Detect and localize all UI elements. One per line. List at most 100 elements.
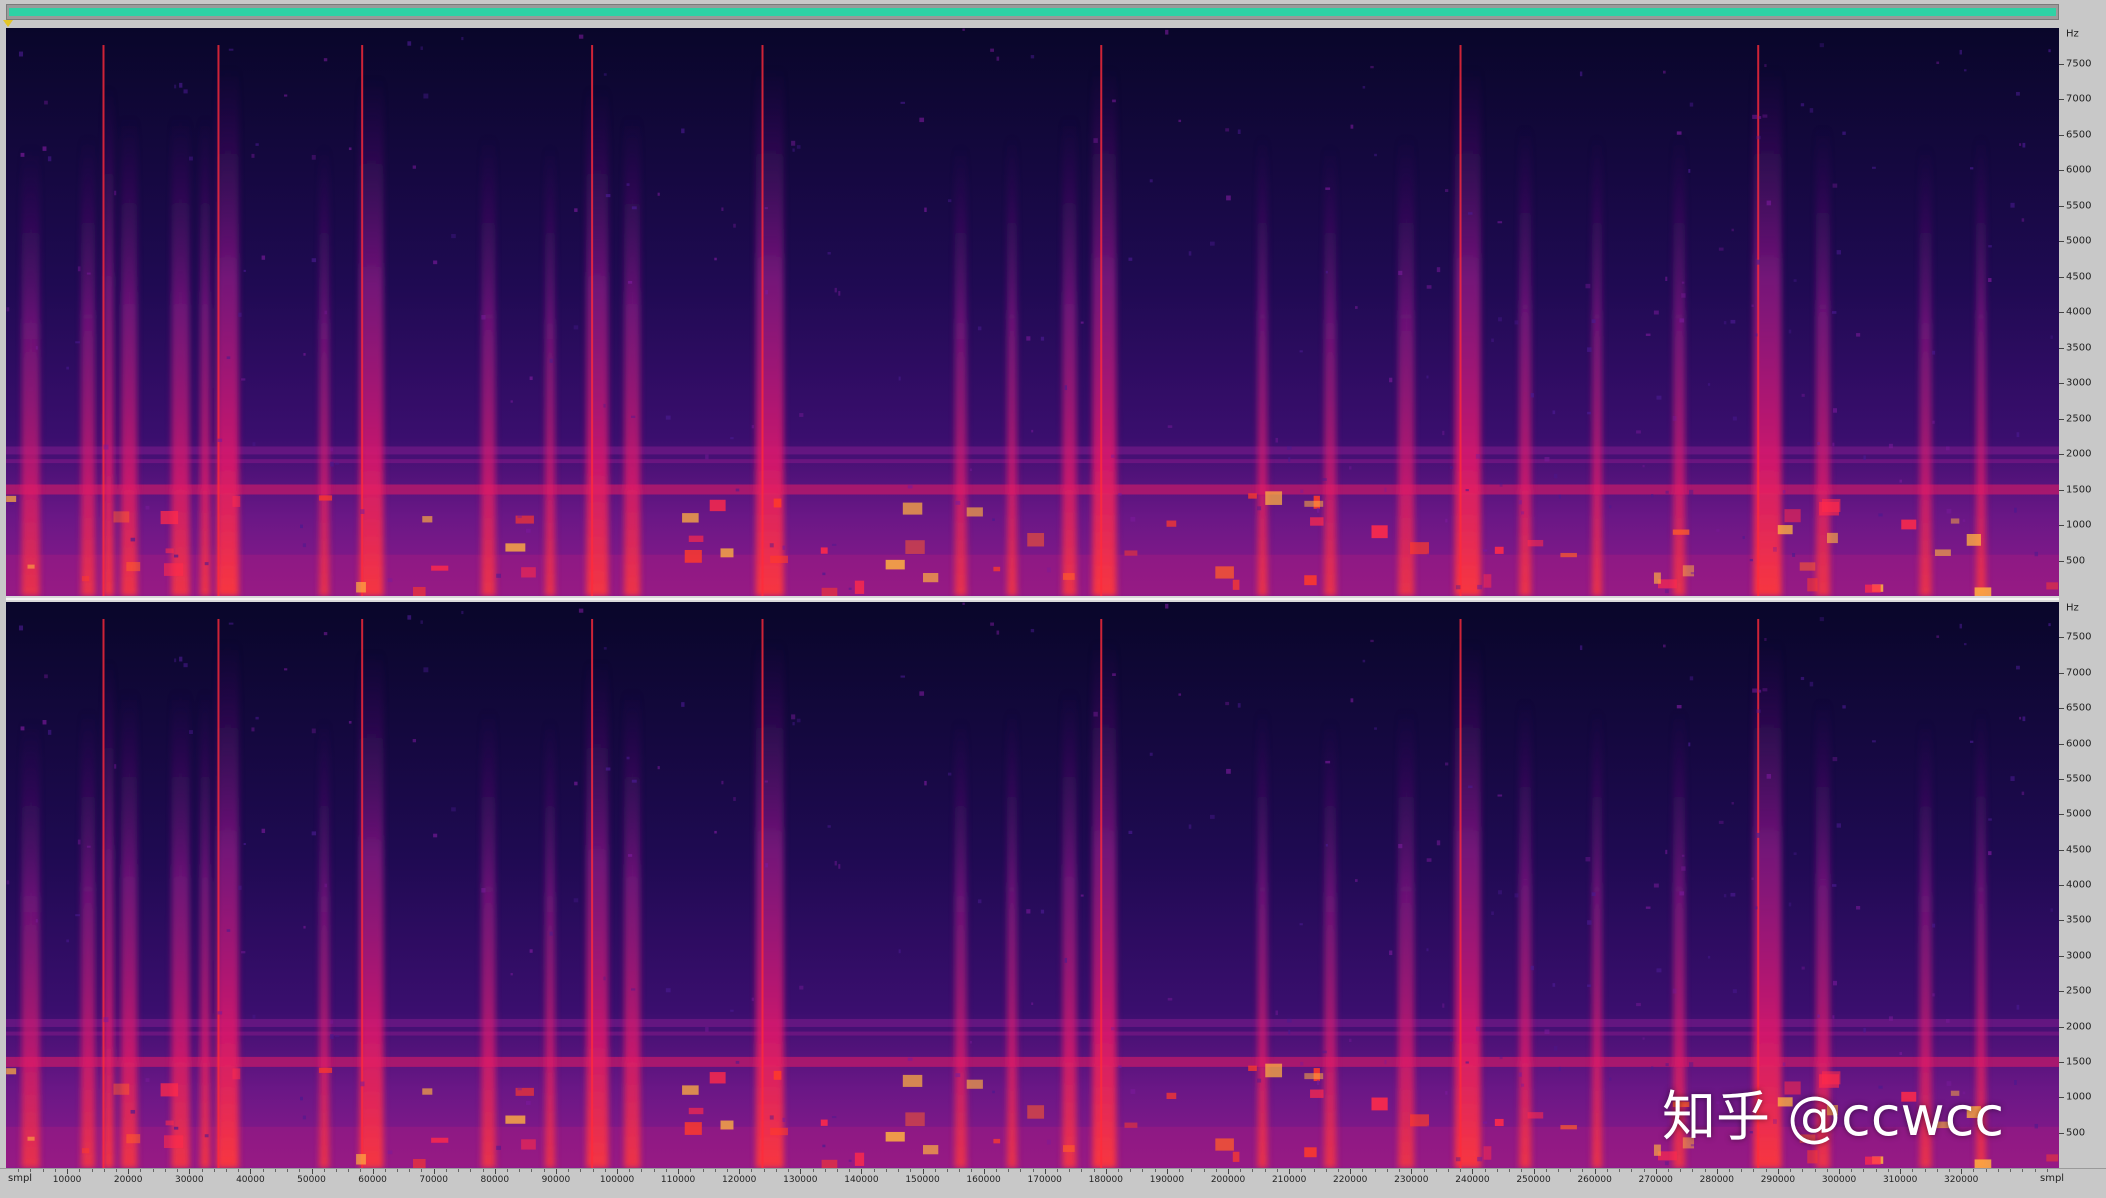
energy-burst [755, 640, 784, 1168]
hot-spot [684, 549, 702, 563]
noise-speckle [996, 56, 1000, 61]
noise-speckle [992, 1090, 995, 1094]
hot-spot [854, 580, 865, 594]
spectrogram-channel-1[interactable] [6, 28, 2059, 596]
noise-speckle [1286, 446, 1292, 450]
freq-tick [2059, 134, 2064, 136]
freq-tick-label: 4500 [2066, 844, 2092, 856]
hot-spot [820, 547, 828, 554]
time-minor-tick [1570, 1169, 1572, 1172]
time-tick [1044, 1169, 1046, 1174]
noise-speckle [1325, 760, 1331, 764]
noise-speckle [1878, 513, 1883, 517]
noise-speckle [348, 721, 352, 724]
time-tick-label: 30000 [174, 1175, 204, 1185]
overview-selection[interactable] [9, 8, 2056, 16]
noise-speckle [1863, 455, 1866, 461]
noise-speckle [1299, 923, 1303, 926]
time-minor-tick [1338, 1169, 1339, 1172]
transient-line [761, 45, 764, 596]
hot-spot [1304, 575, 1317, 586]
noise-speckle [1800, 103, 1805, 107]
noise-speckle [1483, 549, 1488, 552]
time-minor-tick [1765, 1169, 1767, 1172]
noise-speckle [1665, 849, 1668, 855]
noise-speckle [130, 537, 136, 542]
freq-tick-label: 5000 [2066, 808, 2092, 820]
time-tick [250, 1169, 252, 1174]
time-tick [1594, 1169, 1596, 1174]
noise-speckle [1764, 64, 1767, 68]
time-minor-tick [1325, 1169, 1327, 1172]
noise-speckle [261, 828, 266, 833]
time-minor-tick [103, 1169, 105, 1172]
noise-speckle [6, 880, 10, 885]
noise-speckle [35, 346, 38, 350]
noise-speckle [549, 931, 553, 936]
time-minor-tick [177, 1169, 179, 1172]
noise-speckle [174, 658, 177, 663]
hot-spot [1124, 550, 1138, 556]
noise-speckle [412, 165, 417, 169]
harmonic-band [6, 1031, 2059, 1036]
noise-speckle [18, 51, 24, 57]
freq-tick-label: 4000 [2066, 879, 2092, 891]
time-minor-tick [1863, 1169, 1865, 1172]
hot-spot [885, 1131, 905, 1142]
energy-burst [21, 145, 40, 596]
noise-speckle [1475, 1026, 1480, 1032]
freq-tick-label: 1500 [2066, 1056, 2092, 1068]
freq-tick-label: 7500 [2066, 631, 2092, 643]
time-minor-tick [1912, 1169, 1914, 1172]
energy-burst [1454, 640, 1481, 1168]
noise-speckle [2021, 218, 2025, 222]
noise-speckle [1455, 585, 1461, 590]
noise-speckle [1842, 131, 1846, 135]
noise-speckle [1112, 99, 1116, 103]
freq-tick [2059, 276, 2064, 278]
noise-speckle [834, 860, 837, 866]
noise-speckle [1800, 676, 1805, 681]
time-minor-tick [152, 1169, 154, 1172]
noise-speckle [1209, 241, 1215, 246]
playhead-marker-icon[interactable] [3, 20, 13, 27]
noise-speckle [1636, 1002, 1641, 1007]
noise-speckle [243, 843, 246, 846]
time-minor-tick [592, 1169, 594, 1172]
noise-speckle [1354, 306, 1358, 309]
time-tick-label: 180000 [1088, 1175, 1123, 1185]
time-minor-tick [1826, 1169, 1828, 1172]
noise-speckle [103, 444, 109, 450]
noise-speckle [1656, 968, 1662, 973]
noise-speckle [1362, 85, 1366, 89]
noise-speckle [1465, 1061, 1469, 1064]
noise-speckle [1178, 119, 1182, 123]
noise-speckle [1354, 879, 1358, 882]
hot-spot [1124, 1122, 1138, 1128]
hot-spot [1672, 529, 1690, 535]
energy-burst [1592, 709, 1603, 1168]
freq-tick-label: 2500 [2066, 985, 2092, 997]
noise-speckle [1499, 1055, 1503, 1060]
time-tick [555, 1169, 557, 1174]
noise-speckle [990, 622, 995, 626]
noise-speckle [1110, 454, 1115, 458]
noise-speckle [20, 726, 25, 731]
time-ruler[interactable]: 10000 20000 30000 40000 50000 60000 70000 80000… [0, 1168, 2106, 1198]
freq-tick-label: 2500 [2066, 413, 2092, 424]
hot-spot [1304, 500, 1324, 507]
noise-speckle [1752, 114, 1758, 119]
noise-speckle [631, 779, 637, 783]
noise-speckle [1642, 1037, 1645, 1040]
energy-burst [1062, 689, 1077, 1168]
noise-speckle [1681, 854, 1685, 857]
noise-speckle [848, 587, 852, 590]
hot-spot [966, 507, 983, 517]
noise-speckle [1872, 740, 1876, 743]
freq-tick [2059, 1097, 2064, 1099]
freq-tick-label: 2000 [2066, 1021, 2092, 1032]
time-minor-tick [1790, 1169, 1792, 1172]
noise-speckle [1497, 794, 1503, 797]
overview-bar[interactable] [6, 4, 2059, 20]
noise-speckle [1300, 489, 1304, 494]
